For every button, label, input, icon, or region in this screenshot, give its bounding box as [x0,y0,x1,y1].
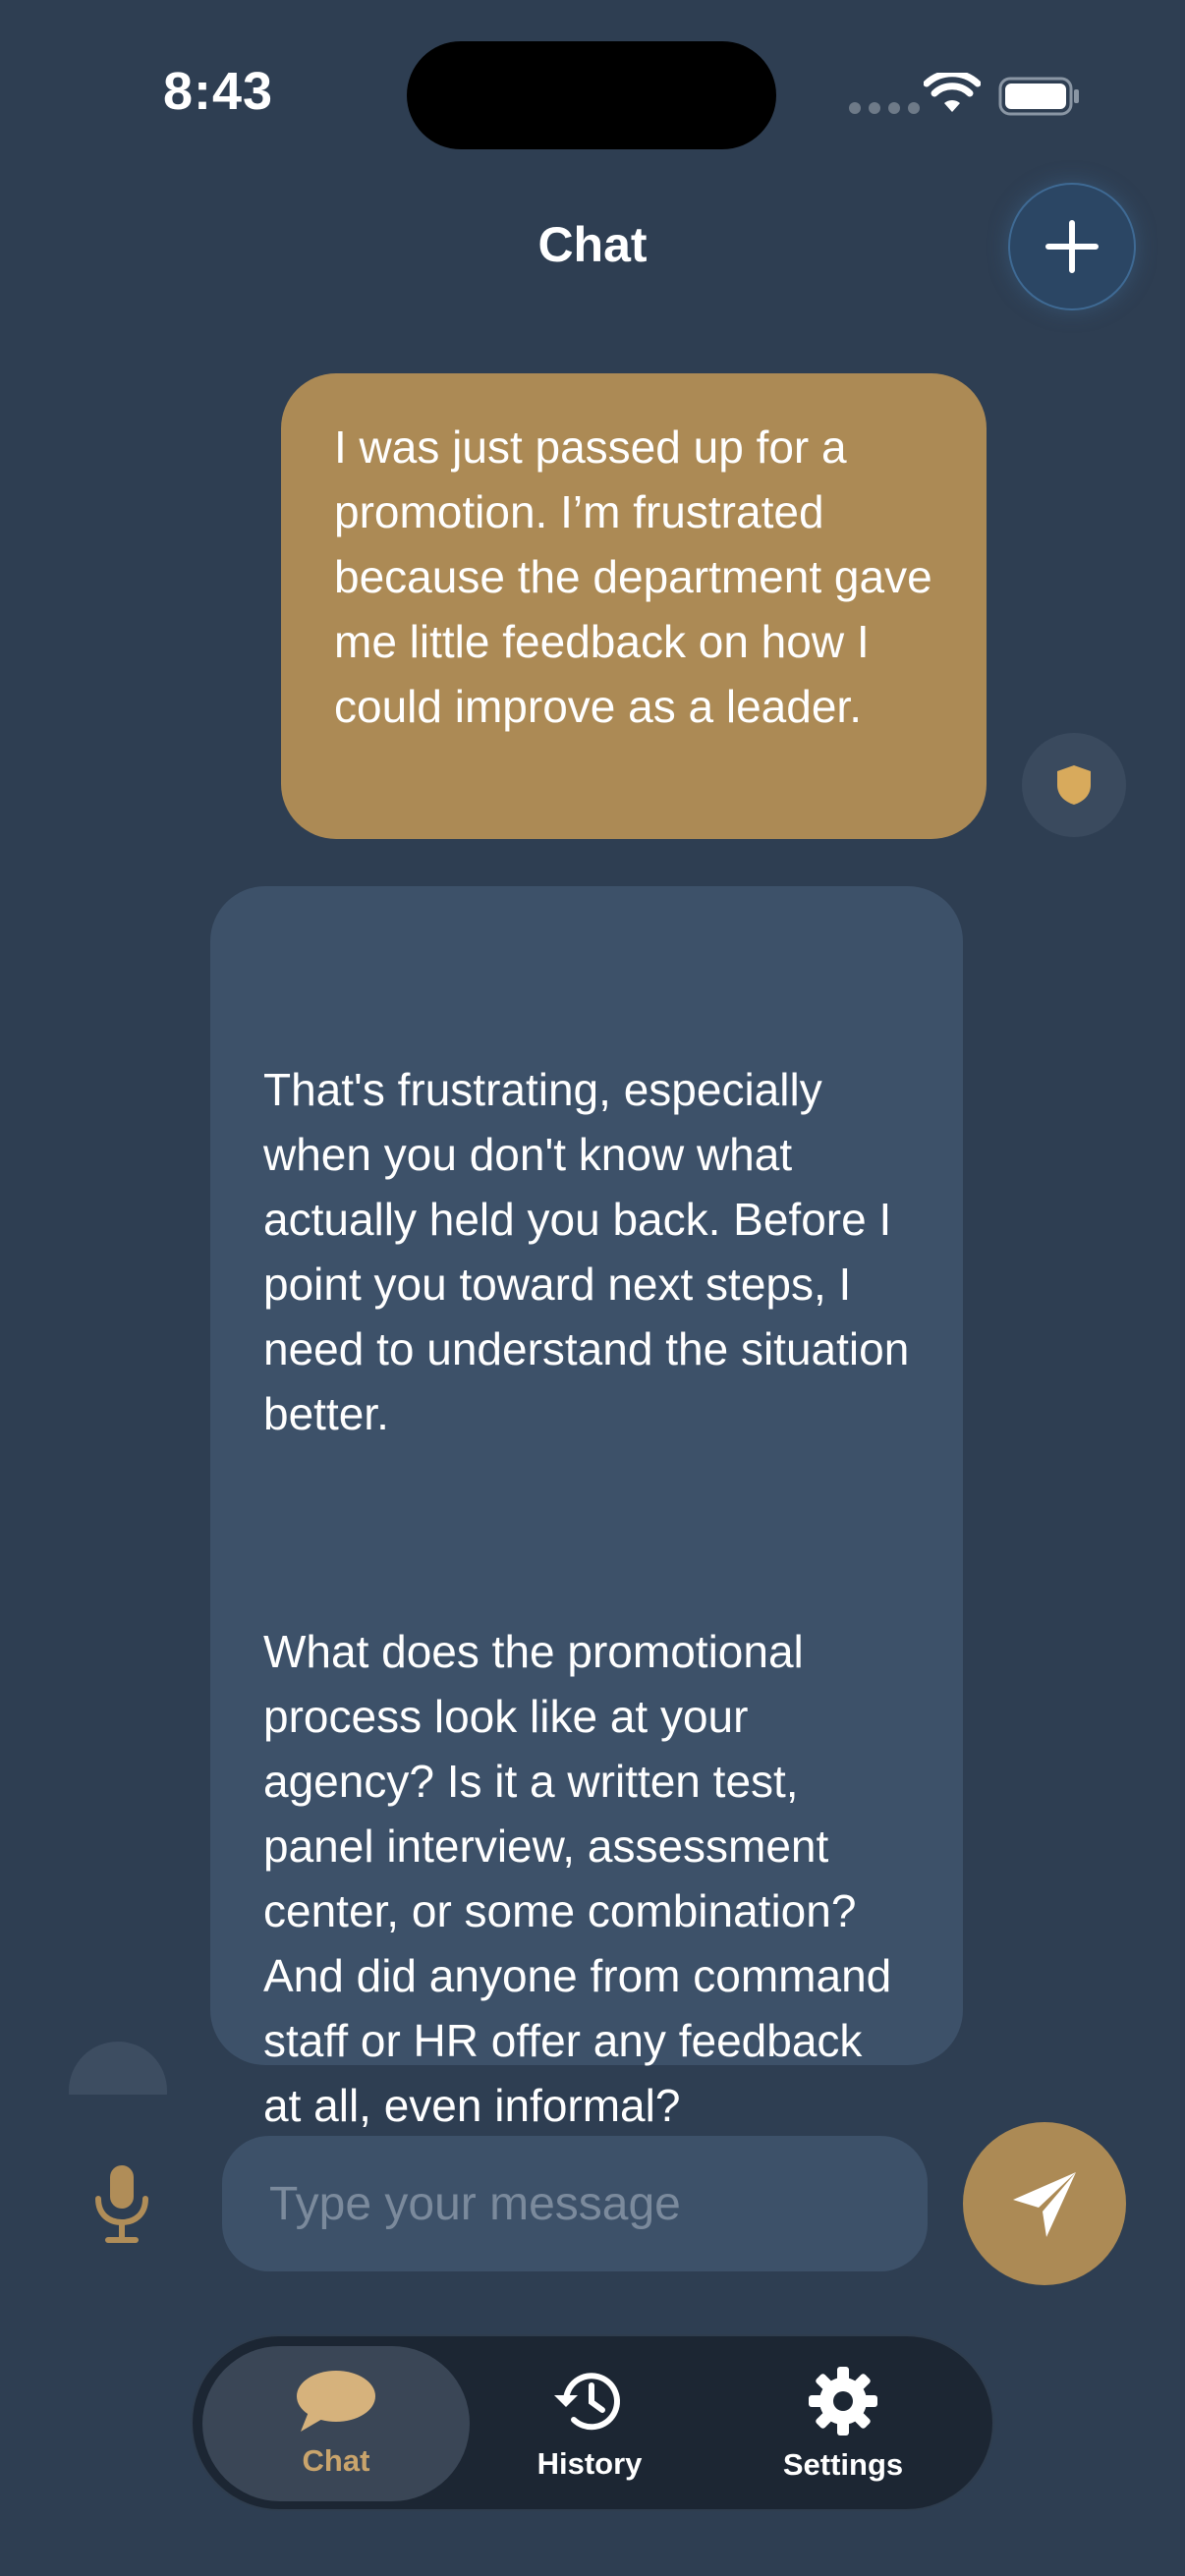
shield-icon [1057,765,1091,805]
assistant-paragraph: That's frustrating, especially when you … [263,1064,923,1439]
message-input[interactable] [222,2136,928,2271]
clock-history-icon [554,2373,620,2431]
microphone-icon [95,2165,148,2243]
new-chat-button[interactable] [1008,183,1136,310]
paper-plane-icon [1013,2172,1076,2237]
user-badge [1022,733,1126,837]
assistant-message-bubble: That's frustrating, especially when you … [210,886,963,2131]
assistant-paragraph: What does the promotional process look l… [263,1626,905,2131]
status-time: 8:43 [163,62,274,121]
assistant-avatar [69,2042,167,2095]
tab-label: Settings [782,2447,904,2482]
gear-icon [809,2367,877,2436]
tab-settings[interactable]: Settings [709,2346,977,2501]
tab-bar: Chat History Settings [191,2334,994,2511]
tab-chat[interactable]: Chat [202,2346,470,2501]
tab-label: History [536,2446,643,2481]
chat-bubble-icon [297,2371,375,2432]
send-button[interactable] [963,2122,1126,2285]
battery-icon [998,77,1079,116]
wifi-icon [924,73,981,112]
tab-label: Chat [302,2443,370,2478]
user-message-bubble: I was just passed up for a promotion. I’… [281,373,987,839]
plus-icon [1045,220,1099,273]
dynamic-island [407,41,776,149]
cellular-signal-icon [849,102,920,114]
microphone-button[interactable] [90,2161,153,2246]
tab-history[interactable]: History [456,2346,723,2501]
